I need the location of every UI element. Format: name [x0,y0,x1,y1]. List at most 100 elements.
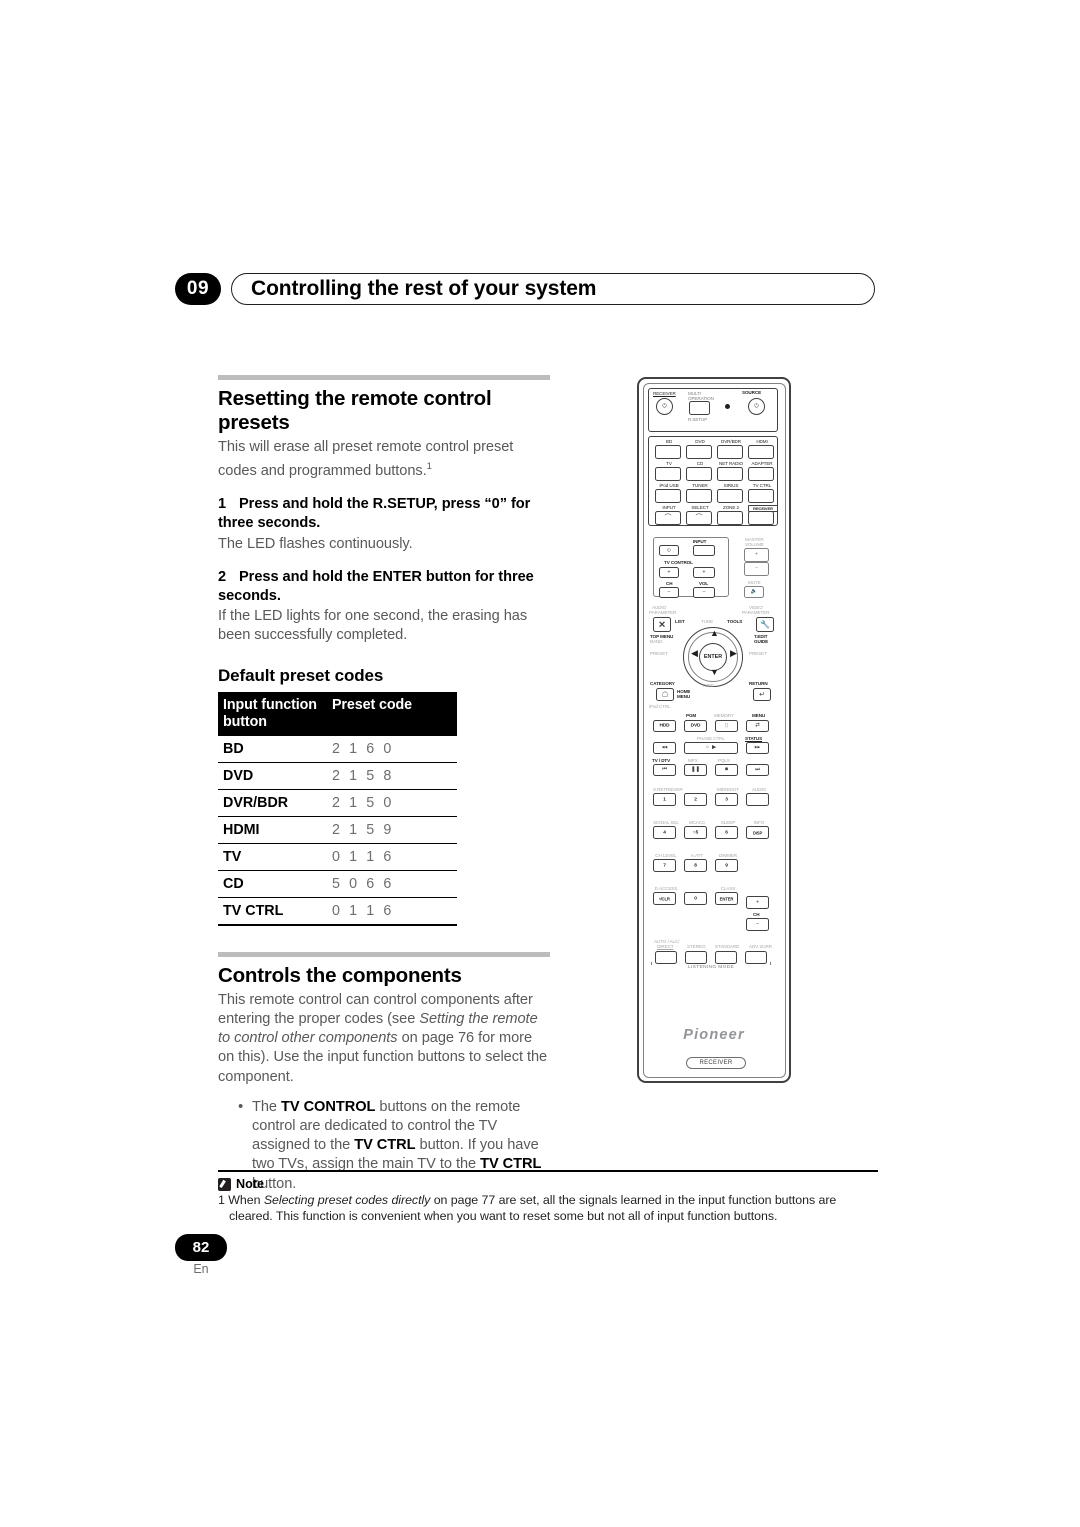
default-preset-codes-table: Input function button Preset code BD 2 1 6… [218,691,457,926]
close-x-icon: ✕ [658,619,666,629]
keypad-1-button[interactable]: 1 [653,793,676,806]
keypad-enter-button[interactable]: ENTER [715,892,738,905]
fast-forward-button[interactable]: ▸▸ [746,742,769,754]
keypad-2-button[interactable]: 2 [684,793,707,806]
keypad-9-button[interactable]: 9 [715,859,738,872]
arrow-down-icon[interactable]: ▼ [710,668,719,677]
arrow-right-icon[interactable]: ▶ [730,649,737,658]
tv-ch-label: CH [666,581,673,586]
previous-track-button[interactable]: ⏮ [653,764,676,776]
section-heading-line2: presets [218,411,290,434]
source-power-button[interactable]: ⏻ [748,398,765,415]
keypad-8-button[interactable]: 8 [684,859,707,872]
note-text-a: When [228,1193,264,1207]
keypad-6-button[interactable]: 6 [715,826,738,839]
tune-label-top: TUNE [701,619,714,624]
keypad-label-sleep: SLEEP [720,820,736,825]
pause-icon: ❚❚ [690,766,701,773]
ch-down-button[interactable]: − [746,918,769,931]
dvd-button[interactable]: DVD [684,720,707,732]
chapter-header: 09 Controlling the rest of your system [175,273,875,307]
keypad-label-signal-sel: SIGNAL SEL [653,820,679,825]
pause-button[interactable]: ❚❚ [684,764,707,776]
reset-step-1-text: Press and hold the R.SETUP, press “0” fo… [218,496,531,532]
home-menu-button[interactable]: ☖ [656,688,674,701]
ch-up-button[interactable]: + [746,896,769,909]
listening-mode-group-label: LISTENING MODE [651,965,771,970]
audio-button[interactable] [746,793,769,806]
master-volume-down-button[interactable]: − [744,562,769,576]
tv-power-button[interactable]: ⏻ [659,545,679,556]
master-volume-up-button[interactable]: + [744,548,769,562]
guide-label: GUIDE [754,639,769,644]
input-button-zone-2[interactable] [717,511,743,525]
table-row: HDMI 2 1 5 9 [218,816,457,844]
input-button-tv-ctrl[interactable] [748,489,774,503]
input-button-ipod-usb[interactable] [655,489,681,503]
bullet-bold-tv-ctrl-1: TV CTRL [354,1137,416,1154]
preset-code-value: 0 1 1 6 [327,897,457,926]
memory-button[interactable]: ▯ [715,720,738,732]
tv-ch-down-button[interactable]: − [659,587,679,598]
keypad-key-text: 4 [663,830,666,835]
return-button[interactable]: ↵ [753,688,771,701]
tv-control-group-label: TV CONTROL [664,560,693,565]
input-button-tuner[interactable] [686,489,712,503]
input-button-select[interactable]: ⌒ [686,511,712,525]
receiver-power-button[interactable]: ⏻ [656,398,673,415]
input-button-cd[interactable] [686,467,712,481]
standard-label: STANDARD [715,944,740,949]
category-label: CATEGORY [650,681,675,686]
arrow-left-icon[interactable]: ◀ [691,649,698,658]
keypad-5-button[interactable]: ○5 [684,826,707,839]
mute-button[interactable]: 🔈 [744,586,764,598]
input-button-dvd[interactable] [686,445,712,459]
note-text-italic: Selecting preset codes directly [263,1193,431,1207]
display-button[interactable]: DISP [746,826,769,839]
audio-parameter-button[interactable]: ✕ [653,617,671,632]
input-button-sirius[interactable] [717,489,743,503]
input-button-input[interactable]: ⌒ [655,511,681,525]
bullet-bold-tv-control: TV CONTROL [281,1098,376,1115]
multi-operation-button[interactable] [689,401,710,415]
table-row: DVR/BDR 2 1 5 0 [218,789,457,817]
clear-button[interactable]: •/CLR [653,892,676,905]
mute-icon: 🔈 [750,588,758,595]
controls-paragraph: This remote control can control componen… [218,991,550,1087]
menu-button[interactable]: ⇄ [746,720,769,732]
input-label-hdmi: HDMI [756,439,768,444]
input-button-net-radio[interactable] [717,467,743,481]
video-parameter-label-2: PARAMETER [742,610,770,615]
input-button-hdmi[interactable] [748,445,774,459]
keypad-7-button[interactable]: 7 [653,859,676,872]
hdd-button[interactable]: HDD [653,720,676,732]
play-button[interactable]: ○ ▶ [684,742,738,754]
pqls-label: PQLS [718,758,730,763]
stop-button[interactable]: ■ [715,764,738,776]
tv-ch-up-button[interactable]: + [659,567,679,578]
preset-code-value: 5 0 6 6 [327,870,457,898]
wrench-icon: 🔧 [760,619,770,629]
keypad-3-button[interactable]: 3 [715,793,738,806]
fast-forward-icon: ▸▸ [754,744,761,751]
bullet-a: The [252,1098,282,1115]
next-track-button[interactable]: ⏭ [746,764,769,776]
tv-input-button[interactable] [693,545,715,556]
keypad-4-button[interactable]: 4 [653,826,676,839]
keypad-label-d-access: D.ACCESS [654,886,678,891]
tv-vol-down-button[interactable]: − [693,587,715,598]
video-parameter-button[interactable]: 🔧 [756,617,774,632]
keypad-label-a-att: A.ATT [690,853,704,858]
input-button-bd[interactable] [655,445,681,459]
keypad-0-button[interactable]: 0 [684,892,707,905]
pgm-label: PGM [686,713,697,718]
minus-icon: − [667,588,671,595]
input-button-dvr-bdr[interactable] [717,445,743,459]
minus-icon: − [754,565,759,572]
input-button-receiver[interactable] [748,511,774,525]
input-button-adapter[interactable] [748,467,774,481]
tv-vol-up-button[interactable]: + [693,567,715,578]
input-button-tv[interactable] [655,467,681,481]
rewind-button[interactable]: ◂◂ [653,742,676,754]
arrow-up-icon[interactable]: ▲ [710,629,719,638]
